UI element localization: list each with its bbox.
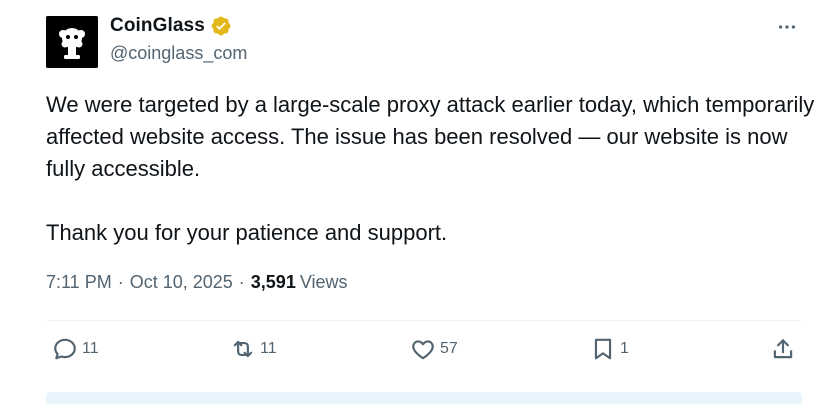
- heart-icon: [410, 336, 436, 362]
- action-bar: 11 11 57 1: [0, 336, 834, 372]
- like-count: 57: [440, 340, 458, 357]
- coinglass-logo-icon: [46, 16, 98, 68]
- reply-count: 11: [82, 340, 99, 357]
- tweet-card: CoinGlass @coinglass_com We were targete…: [0, 0, 834, 404]
- bottom-panel-edge: [46, 392, 802, 404]
- divider: [46, 320, 802, 321]
- bookmark-icon: [590, 336, 616, 362]
- share-icon: [770, 336, 796, 362]
- views-label: Views: [299, 272, 348, 292]
- tweet-paragraph: Thank you for your patience and support.: [46, 220, 448, 245]
- meta-separator: ·: [238, 272, 245, 292]
- tweet-meta: 7:11 PM · Oct 10, 2025 · 3,591 Views: [46, 272, 348, 293]
- meta-separator: ·: [117, 272, 124, 292]
- tweet-paragraph: We were targeted by a large-scale proxy …: [46, 92, 815, 181]
- reply-button[interactable]: 11: [52, 336, 99, 362]
- like-button[interactable]: 57: [410, 336, 458, 362]
- display-name[interactable]: CoinGlass: [110, 15, 205, 37]
- reply-icon: [52, 336, 78, 362]
- bookmark-count: 1: [620, 340, 629, 357]
- avatar[interactable]: [46, 16, 98, 68]
- tweet-time[interactable]: 7:11 PM: [46, 272, 112, 293]
- more-options-icon[interactable]: [776, 16, 798, 38]
- repost-icon: [230, 336, 256, 362]
- verified-badge-icon[interactable]: [210, 15, 232, 37]
- author-handle[interactable]: @coinglass_com: [110, 43, 247, 64]
- tweet-date[interactable]: Oct 10, 2025: [130, 272, 233, 293]
- author-name-row: CoinGlass: [110, 15, 232, 37]
- views-count: 3,591: [250, 272, 296, 292]
- share-button[interactable]: [770, 336, 796, 362]
- repost-button[interactable]: 11: [230, 336, 277, 362]
- bookmark-button[interactable]: 1: [590, 336, 629, 362]
- tweet-text: We were targeted by a large-scale proxy …: [46, 89, 816, 249]
- repost-count: 11: [260, 340, 277, 357]
